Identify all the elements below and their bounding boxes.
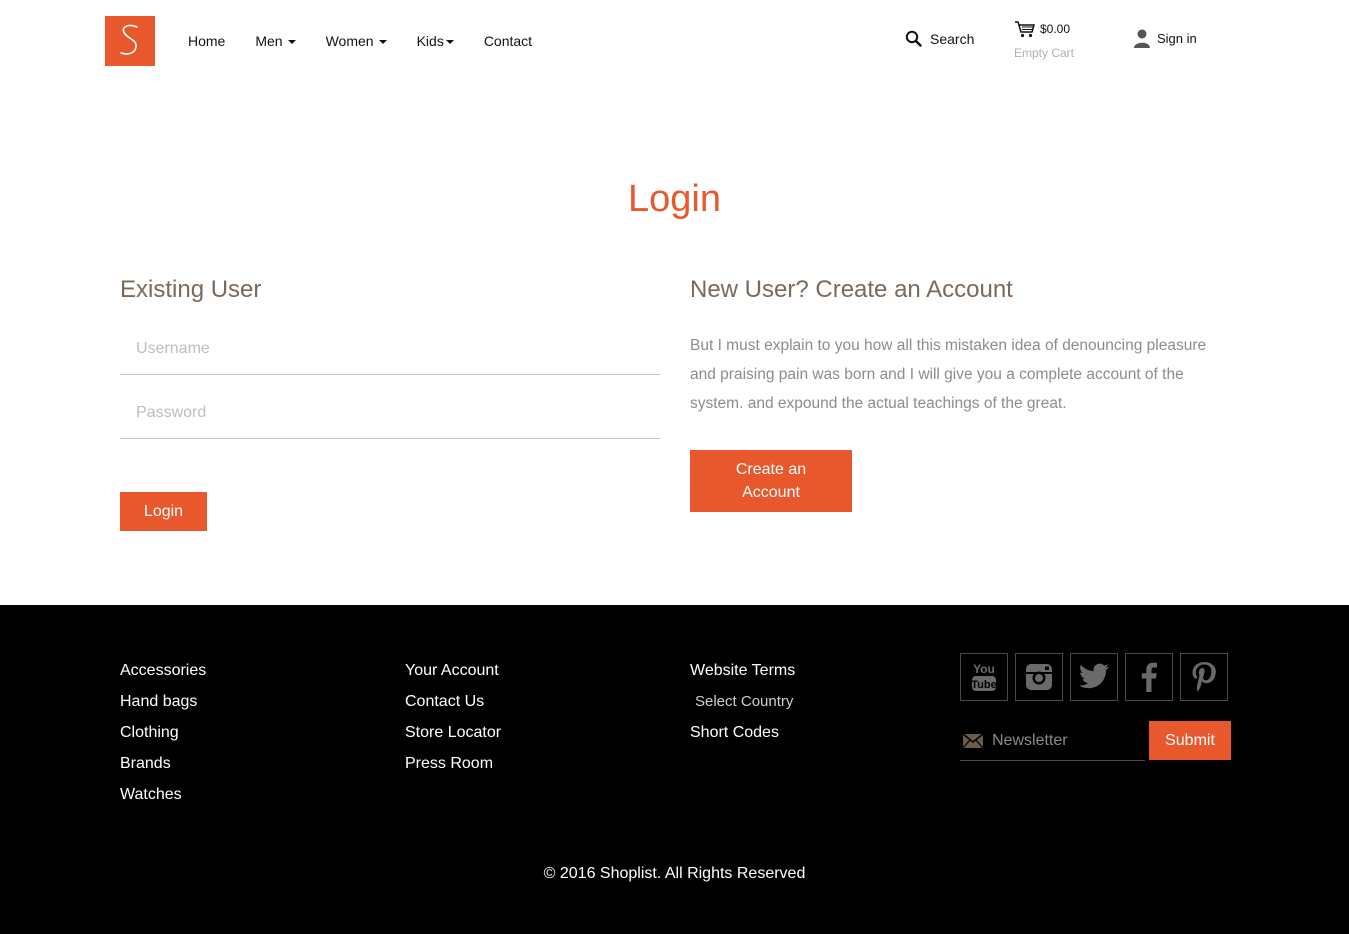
new-user-heading: New User? Create an Account [690, 276, 1013, 303]
svg-text:You: You [973, 662, 995, 676]
instagram-icon [1026, 664, 1052, 690]
new-user-section: New User? Create an Account But I must e… [690, 276, 1235, 512]
search-button[interactable]: Search [905, 30, 974, 47]
footer-link-watches[interactable]: Watches [120, 785, 206, 816]
create-account-label: Create an Account [735, 461, 807, 501]
youtube-icon: You Tube [971, 662, 997, 691]
footer-link-short-codes[interactable]: Short Codes [690, 723, 795, 754]
envelope-icon [962, 732, 984, 748]
nav-home-label: Home [188, 33, 226, 49]
sign-in-link[interactable]: Sign in [1133, 28, 1197, 48]
nav-men[interactable]: Men [255, 33, 296, 49]
footer-link-brands[interactable]: Brands [120, 754, 206, 785]
search-icon [905, 30, 922, 47]
twitter-link[interactable] [1070, 653, 1118, 701]
cart-widget[interactable]: $0.00 Empty Cart [1014, 20, 1074, 60]
caret-down-icon [378, 40, 387, 44]
nav-contact-label: Contact [483, 33, 533, 49]
footer-column-3: Website Terms Select Country Short Codes [690, 661, 795, 754]
facebook-icon [1141, 662, 1157, 692]
footer-link-press-room[interactable]: Press Room [405, 754, 501, 785]
select-country-dropdown[interactable]: Select Country [690, 692, 795, 723]
footer-column-1: Accessories Hand bags Clothing Brands Wa… [120, 661, 206, 816]
logo[interactable] [105, 16, 155, 66]
newsletter-input[interactable] [992, 721, 1142, 760]
login-button[interactable]: Login [120, 492, 207, 531]
username-input[interactable] [120, 324, 660, 374]
pinterest-link[interactable] [1180, 653, 1228, 701]
nav-contact[interactable]: Contact [484, 33, 532, 49]
caret-down-icon [287, 40, 296, 44]
newsletter-submit-button[interactable]: Submit [1149, 721, 1231, 760]
nav-men-label: Men [255, 33, 283, 49]
cart-total: $0.00 [1040, 22, 1071, 36]
nav-kids-label: Kids [416, 33, 444, 49]
footer-link-website-terms[interactable]: Website Terms [690, 661, 795, 692]
page-title: Login [628, 178, 721, 220]
password-input[interactable] [120, 388, 660, 438]
new-user-description: But I must explain to you how all this m… [690, 337, 1207, 412]
nav-women[interactable]: Women [326, 33, 387, 49]
footer-link-contact-us[interactable]: Contact Us [405, 692, 501, 723]
footer-column-2: Your Account Contact Us Store Locator Pr… [405, 661, 501, 785]
social-links: You Tube [960, 653, 1235, 701]
instagram-link[interactable] [1015, 653, 1063, 701]
existing-user-heading: Existing User [120, 276, 262, 303]
main-nav: Home Men Women Kids Contact [188, 33, 562, 49]
nav-women-label: Women [325, 33, 374, 49]
footer-link-clothing[interactable]: Clothing [120, 723, 206, 754]
password-field-wrap [120, 388, 660, 439]
twitter-icon [1079, 663, 1110, 689]
footer-link-store-locator[interactable]: Store Locator [405, 723, 501, 754]
site-header: Home Men Women Kids Contact Search $0.00… [0, 0, 1349, 90]
search-label: Search [930, 30, 975, 47]
create-account-button[interactable]: Create an Account [690, 450, 852, 512]
username-field-wrap [120, 324, 660, 375]
footer-link-hand-bags[interactable]: Hand bags [120, 692, 206, 723]
nav-kids[interactable]: Kids [417, 33, 454, 49]
newsletter-field [960, 721, 1145, 761]
svg-text:Tube: Tube [971, 679, 996, 691]
existing-user-section: Existing User Login [120, 276, 660, 531]
footer-link-accessories[interactable]: Accessories [120, 661, 206, 692]
pinterest-icon [1192, 662, 1216, 692]
youtube-link[interactable]: You Tube [960, 653, 1008, 701]
facebook-link[interactable] [1125, 653, 1173, 701]
nav-home[interactable]: Home [188, 33, 225, 49]
caret-down-icon [445, 40, 454, 44]
logo-mark-icon [120, 24, 138, 55]
copyright-text: © 2016 Shoplist. All Rights Reserved [543, 865, 806, 882]
cart-icon [1015, 21, 1035, 38]
site-footer: Accessories Hand bags Clothing Brands Wa… [0, 605, 1349, 934]
sign-in-label: Sign in [1157, 30, 1197, 46]
cart-status: Empty Cart [1014, 46, 1075, 60]
user-icon [1134, 29, 1150, 48]
footer-link-your-account[interactable]: Your Account [405, 661, 501, 692]
